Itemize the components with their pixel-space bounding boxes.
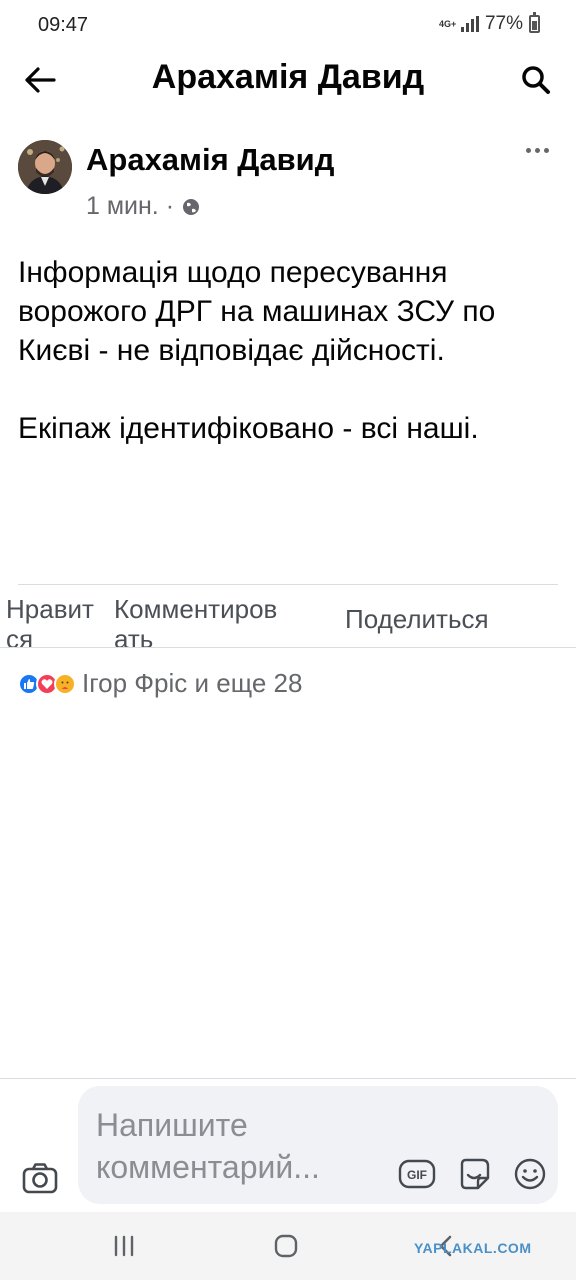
avatar[interactable] — [18, 140, 72, 194]
battery-percent: 77% — [484, 13, 523, 34]
dot-icon — [543, 147, 549, 153]
battery-icon — [529, 12, 540, 33]
network-type-label: 4G+ — [438, 18, 457, 29]
battery-fill — [532, 21, 537, 30]
post-body: Інформація щодо пересування ворожого ДРГ… — [18, 253, 558, 448]
like-button[interactable]: Нравится — [6, 594, 106, 647]
watermark: YAPLAKAL.COM — [414, 1240, 532, 1256]
status-time: 09:47 — [38, 14, 89, 36]
signal-strength-icon — [460, 16, 479, 32]
sticker-icon — [460, 1158, 490, 1190]
sticker-button[interactable] — [456, 1156, 492, 1192]
reaction-icons — [18, 672, 76, 695]
status-bar: 09:47 4G+ 77% — [0, 0, 576, 50]
comment-button[interactable]: Комментировать — [114, 594, 290, 647]
comment-composer[interactable]: Напишите комментарий... GIF — [78, 1086, 558, 1204]
dot-icon — [534, 147, 540, 153]
svg-text:GIF: GIF — [407, 1168, 427, 1182]
comment-input[interactable]: Напишите комментарий... — [96, 1104, 396, 1188]
post-paragraph: Інформація щодо пересування ворожого ДРГ… — [18, 256, 496, 367]
author-photo-icon — [18, 140, 72, 194]
status-indicators: 4G+ 77% — [438, 12, 540, 35]
emoji-button[interactable] — [512, 1156, 548, 1192]
reactions-text: Ігор Фріс и еще 28 — [82, 668, 303, 698]
post-meta: 1 мин. · — [86, 192, 200, 221]
camera-icon — [22, 1163, 58, 1194]
emoji-icon — [514, 1158, 546, 1190]
post-paragraph: Екіпаж ідентифіковано - всі наші. — [18, 412, 479, 445]
author-name[interactable]: Арахамія Давид — [86, 142, 334, 178]
recents-button[interactable] — [104, 1230, 144, 1262]
share-button[interactable]: Поделиться — [345, 604, 489, 634]
post-time[interactable]: 1 мин. · — [86, 192, 174, 221]
reactions-summary[interactable]: Ігор Фріс и еще 28 — [18, 668, 302, 699]
system-nav-bar: YAPLAKAL.COM — [0, 1212, 576, 1280]
gif-button[interactable]: GIF — [398, 1158, 436, 1190]
globe-icon — [183, 198, 200, 215]
page-title: Арахамія Давид — [151, 58, 425, 96]
home-icon — [274, 1234, 298, 1258]
care-reaction-icon — [54, 672, 76, 695]
post-header: Арахамія Давид 1 мин. · — [0, 130, 576, 230]
divider — [0, 1078, 576, 1079]
home-button[interactable] — [266, 1230, 306, 1262]
search-button[interactable] — [514, 58, 558, 102]
dot-icon — [525, 147, 531, 153]
app-header: Арахамія Давид — [0, 50, 576, 110]
divider — [0, 647, 576, 648]
gif-icon: GIF — [398, 1159, 436, 1189]
more-options-button[interactable] — [522, 140, 552, 160]
search-icon — [522, 66, 550, 94]
post-actions: Нравится Комментировать Поделиться — [0, 585, 576, 647]
recents-icon — [114, 1235, 134, 1257]
camera-button[interactable] — [20, 1158, 60, 1198]
